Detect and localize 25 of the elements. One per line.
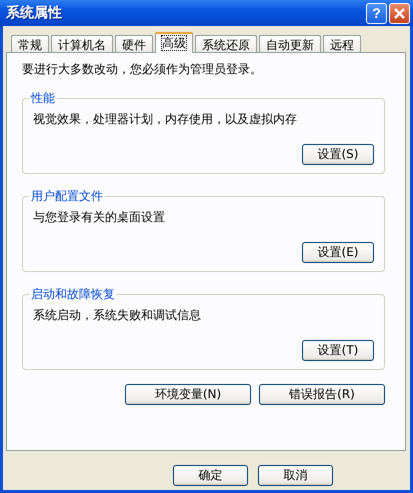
group-description: 系统启动，系统失败和调试信息	[33, 307, 202, 324]
tab[interactable]: 远程	[323, 35, 361, 52]
notice-text: 要进行大多数改动，您必须作为管理员登录。	[22, 61, 263, 78]
dialog-button[interactable]: 错误报告(R)	[259, 384, 385, 405]
tab[interactable]: 自动更新	[259, 35, 321, 52]
close-button[interactable]	[389, 2, 410, 24]
tab[interactable]: 系统还原	[195, 35, 257, 52]
tab[interactable]: 高级	[155, 32, 193, 53]
group-title: 性能	[29, 90, 57, 107]
close-icon	[393, 6, 406, 20]
tab[interactable]: 硬件	[115, 35, 153, 52]
dialog-button[interactable]: 确定	[173, 465, 248, 486]
settings-button[interactable]: 设置(E)	[302, 242, 374, 263]
dialog-button[interactable]: 环境变量(N)	[125, 384, 251, 405]
help-button[interactable]: ?	[366, 2, 387, 24]
group-description: 视觉效果，处理器计划，内存使用，以及虚拟内存	[33, 111, 298, 128]
settings-button[interactable]: 设置(S)	[302, 144, 374, 165]
settings-button[interactable]: 设置(T)	[302, 340, 374, 361]
group-title: 用户配置文件	[29, 188, 105, 205]
group-title: 启动和故障恢复	[29, 286, 117, 303]
group-description: 与您登录有关的桌面设置	[33, 209, 166, 226]
tab[interactable]: 计算机名	[51, 35, 113, 52]
dialog-button[interactable]: 取消	[258, 465, 333, 486]
tab[interactable]: 常规	[11, 35, 49, 52]
window-title: 系统属性	[6, 4, 63, 22]
